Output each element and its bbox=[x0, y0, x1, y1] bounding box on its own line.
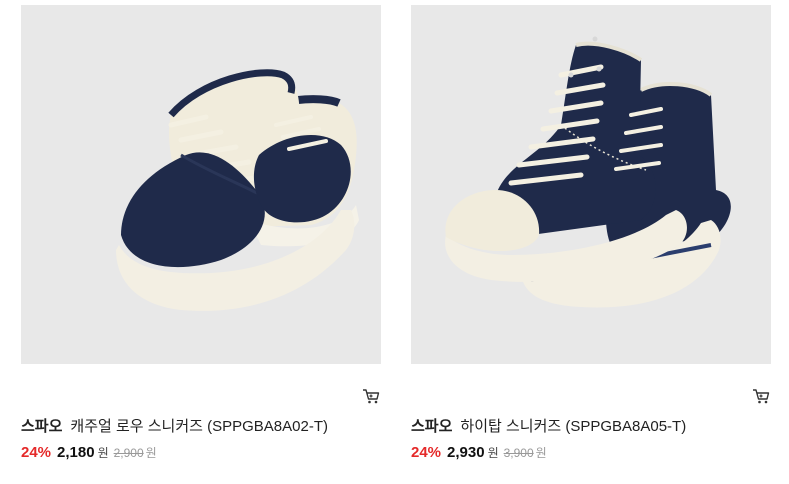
sale-price: 2,180 bbox=[57, 444, 95, 461]
discount-rate: 24% bbox=[21, 444, 52, 461]
product-name: 하이탑 스니커즈 (SPPGBA8A05-T) bbox=[460, 418, 687, 435]
cart-icon[interactable] bbox=[751, 386, 771, 406]
price-unit: 원 bbox=[97, 446, 109, 460]
product-title[interactable]: 스파오 캐주얼 로우 스니커즈 (SPPGBA8A02-T) bbox=[21, 417, 328, 437]
product-card: 스파오 하이탑 스니커즈 (SPPGBA8A05-T) 24% 2,930 원 3,90… bbox=[411, 5, 771, 461]
original-price: 2,900 bbox=[113, 446, 144, 460]
discount-rate: 24% bbox=[411, 444, 442, 461]
product-grid: 스파오 캐주얼 로우 스니커즈 (SPPGBA8A02-T) 24% 2,180 원 2… bbox=[0, 0, 789, 484]
product-name: 캐주얼 로우 스니커즈 (SPPGBA8A02-T) bbox=[70, 418, 328, 435]
original-price-unit: 원 bbox=[535, 446, 547, 460]
brand-name: 스파오 bbox=[411, 418, 453, 435]
cart-icon[interactable] bbox=[361, 386, 381, 406]
sneaker-illustration bbox=[116, 69, 359, 311]
sale-price: 2,930 bbox=[447, 444, 485, 461]
original-price: 3,900 bbox=[503, 446, 534, 460]
product-image-high-top-sneakers[interactable] bbox=[411, 5, 771, 364]
product-image-low-top-sneakers[interactable] bbox=[21, 5, 381, 364]
brand-name: 스파오 bbox=[21, 418, 63, 435]
price-row: 24% 2,180 원 2,900 원 bbox=[21, 443, 157, 463]
original-price-unit: 원 bbox=[145, 446, 157, 460]
price-unit: 원 bbox=[487, 446, 499, 460]
product-title[interactable]: 스파오 하이탑 스니커즈 (SPPGBA8A05-T) bbox=[411, 417, 686, 437]
product-card: 스파오 캐주얼 로우 스니커즈 (SPPGBA8A02-T) 24% 2,180 원 2… bbox=[21, 5, 381, 461]
price-row: 24% 2,930 원 3,900 원 bbox=[411, 443, 547, 463]
sneaker-illustration bbox=[445, 36, 731, 308]
